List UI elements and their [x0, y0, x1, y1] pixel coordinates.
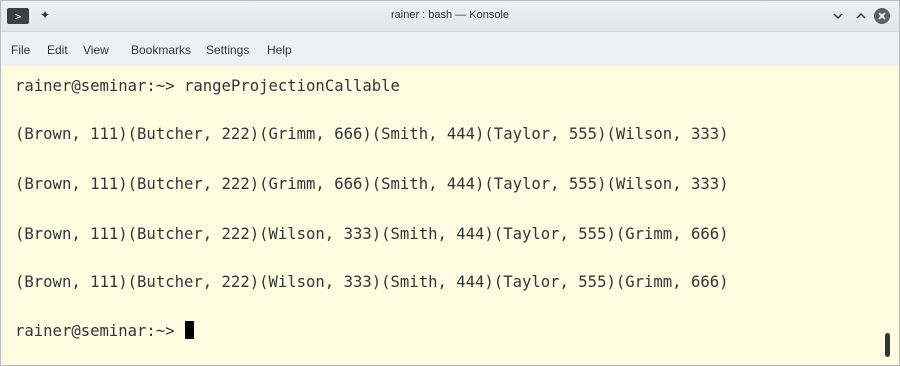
menu-edit[interactable]: Edit — [47, 43, 68, 57]
output-line: (Brown, 111)(Butcher, 222)(Grimm, 666)(S… — [15, 175, 729, 193]
title-bar[interactable]: > ✦ rainer : bash — Konsole — [1, 1, 899, 32]
command-text: rangeProjectionCallable — [184, 77, 400, 95]
menu-help[interactable]: Help — [267, 43, 292, 57]
chevron-up-icon — [856, 12, 866, 19]
window-title: rainer : bash — Konsole — [390, 9, 509, 21]
menu-bar: File Edit View Bookmarks Settings Help — [1, 32, 899, 66]
text-cursor — [185, 321, 194, 339]
output-line: (Brown, 111)(Butcher, 222)(Grimm, 666)(S… — [15, 125, 729, 143]
minimize-button[interactable] — [829, 7, 847, 25]
close-icon — [878, 12, 886, 20]
terminal-area[interactable]: rainer@seminar:~> rangeProjectionCallabl… — [1, 66, 899, 365]
prompt: rainer@seminar:~> — [15, 322, 184, 340]
menu-view[interactable]: View — [83, 43, 109, 57]
prompt: rainer@seminar:~> — [15, 77, 184, 95]
menu-bookmarks[interactable]: Bookmarks — [131, 43, 191, 57]
output-line: (Brown, 111)(Butcher, 222)(Wilson, 333)(… — [15, 273, 729, 291]
scrollbar-handle[interactable] — [885, 333, 890, 357]
menu-file[interactable]: File — [11, 43, 30, 57]
maximize-button[interactable] — [852, 7, 870, 25]
output-line: (Brown, 111)(Butcher, 222)(Wilson, 333)(… — [15, 225, 729, 243]
prompt-line: rainer@seminar:~> — [15, 320, 194, 342]
close-button[interactable] — [874, 8, 890, 24]
chevron-down-icon — [833, 13, 843, 20]
command-line: rainer@seminar:~> rangeProjectionCallabl… — [15, 75, 400, 97]
konsole-window: > ✦ rainer : bash — Konsole File Edit Vi… — [0, 0, 900, 366]
menu-settings[interactable]: Settings — [206, 43, 249, 57]
